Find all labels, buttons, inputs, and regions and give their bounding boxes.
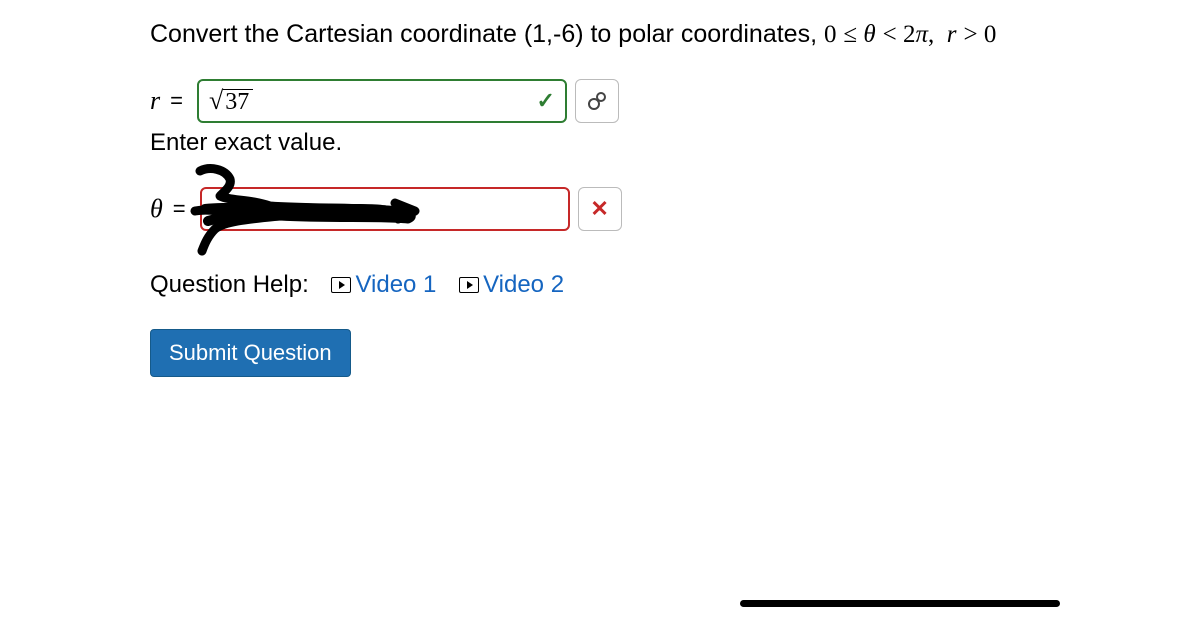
play-icon	[331, 277, 351, 293]
check-icon: ✓	[537, 88, 555, 114]
r-input-value: √37	[209, 86, 253, 116]
help-label: Question Help:	[150, 271, 309, 299]
r-input[interactable]: √37 ✓	[197, 79, 567, 123]
preview-button[interactable]	[575, 79, 619, 123]
theta-variable-label: θ	[150, 194, 163, 224]
submit-button[interactable]: Submit Question	[150, 329, 351, 377]
equals-sign: =	[173, 196, 186, 222]
cross-icon: ✕	[590, 196, 608, 222]
preview-icon	[585, 89, 609, 113]
theta-input[interactable]	[200, 187, 570, 231]
equals-sign: =	[170, 88, 183, 114]
theta-answer-row: θ = ✕	[150, 187, 1200, 231]
play-icon	[459, 277, 479, 293]
video-1-link[interactable]: Video 1	[331, 271, 436, 299]
question-prefix: Convert the Cartesian coordinate (1,-6) …	[150, 20, 824, 48]
hint-text: Enter exact value.	[150, 129, 1200, 157]
question-help-row: Question Help: Video 1 Video 2	[150, 271, 1200, 299]
video-2-link[interactable]: Video 2	[459, 271, 564, 299]
r-variable-label: r	[150, 86, 160, 116]
question-text: Convert the Cartesian coordinate (1,-6) …	[150, 20, 1200, 49]
video-2-label: Video 2	[483, 271, 564, 299]
r-answer-row: r = √37 ✓	[150, 79, 1200, 123]
submit-label: Submit Question	[169, 340, 332, 365]
underline-annotation	[740, 600, 1060, 607]
incorrect-indicator: ✕	[578, 187, 622, 231]
video-1-label: Video 1	[355, 271, 436, 299]
